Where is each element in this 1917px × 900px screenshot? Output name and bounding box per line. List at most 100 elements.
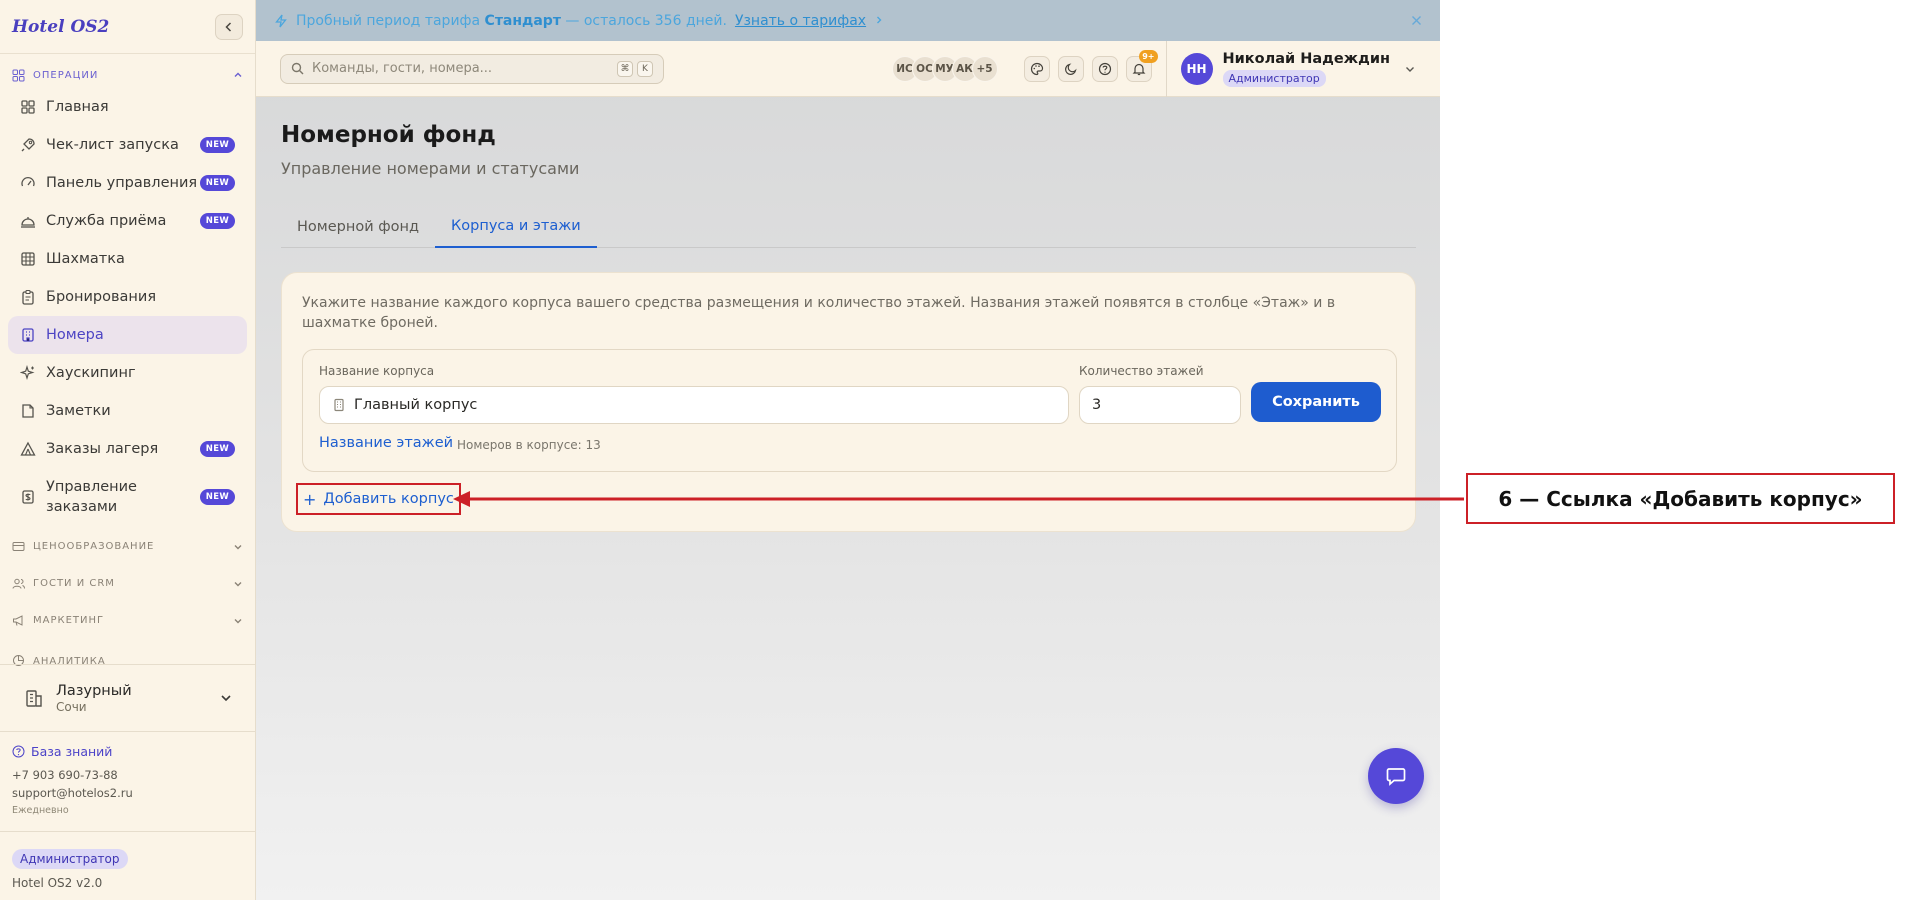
section-guests-crm[interactable]: Гости и CRM (0, 565, 255, 602)
sidebar-item-front-desk[interactable]: Служба приёма NEW (8, 202, 247, 240)
app-version: Hotel OS2 v2.0 (12, 876, 103, 890)
save-button[interactable]: Сохранить (1251, 382, 1381, 422)
building-name-value: Главный корпус (354, 397, 478, 413)
sidebar-item-label: Управление заказами (46, 479, 137, 515)
collapse-sidebar-button[interactable] (215, 13, 243, 40)
support-email[interactable]: support@hotelos2.ru (12, 786, 133, 800)
kbd-cmd: ⌘ (617, 60, 633, 77)
kbd-k: K (637, 60, 653, 77)
sidebar-item-label: Заказы лагеря (46, 441, 159, 457)
sidebar-item-order-management[interactable]: Управление заказами NEW (8, 468, 247, 526)
user-name: Николай Надеждин (1222, 50, 1391, 67)
section-operations[interactable]: Операции (0, 64, 255, 86)
receipt-icon (20, 489, 36, 505)
chevron-down-icon (221, 695, 231, 702)
new-badge: NEW (199, 489, 235, 505)
building-icon (20, 327, 36, 343)
moon-icon (1064, 62, 1077, 75)
sidebar-item-label: Шахматка (46, 251, 125, 267)
chevron-down-icon (234, 581, 242, 586)
sidebar-item-label: Служба приёма (46, 213, 167, 229)
new-badge: NEW (199, 175, 235, 191)
plus-icon: + (303, 489, 317, 509)
section-marketing[interactable]: Маркетинг (0, 602, 255, 639)
support-hours: Ежедневно (12, 805, 69, 816)
help-button[interactable] (1091, 55, 1118, 82)
chevron-right-icon (874, 13, 884, 29)
new-badge: NEW (199, 441, 235, 457)
user-role-badge: Администратор (1222, 69, 1326, 87)
section-label: Ценообразование (33, 541, 155, 552)
online-users[interactable]: ИС ОС МУ АК +5 (891, 55, 998, 82)
rocket-icon (20, 137, 36, 153)
trial-banner-text: Пробный период тарифа Стандарт — осталос… (296, 13, 727, 29)
note-icon (20, 403, 36, 419)
search-placeholder: Команды, гости, номера... (312, 61, 493, 76)
support-phone[interactable]: +7 903 690-73-88 (12, 768, 133, 782)
chevron-down-icon (234, 544, 242, 549)
sidebar-item-label: Хаускипинг (46, 365, 136, 381)
chevron-down-icon (234, 618, 242, 623)
sidebar-item-bookings[interactable]: Бронирования (8, 278, 247, 316)
brand-logo[interactable]: Hotel OS2 (12, 17, 109, 37)
chat-button[interactable] (1368, 748, 1424, 804)
tab-buildings-floors[interactable]: Корпуса и этажи (435, 206, 597, 248)
building-row: Название корпуса Главный корпус Количест… (302, 349, 1397, 472)
megaphone-icon (13, 615, 23, 626)
chevron-down-icon (1406, 66, 1414, 72)
dark-mode-button[interactable] (1057, 55, 1084, 82)
tent-icon (20, 441, 36, 457)
building-name-input[interactable]: Главный корпус (319, 386, 1069, 424)
users-icon (12, 578, 25, 589)
trial-plan: Стандарт (484, 12, 561, 29)
sidebar-item-camp-orders[interactable]: Заказы лагеря NEW (8, 430, 247, 468)
avatar-more[interactable]: +5 (971, 55, 998, 82)
page-subtitle: Управление номерами и статусами (281, 159, 580, 178)
floors-count-value: 3 (1092, 397, 1102, 413)
sidebar-item-chess-board[interactable]: Шахматка (8, 240, 247, 278)
sidebar-item-home[interactable]: Главная (8, 88, 247, 126)
sidebar-item-label: Главная (46, 99, 109, 115)
notifications-button[interactable]: 9+ (1125, 49, 1158, 82)
rooms-count: Номеров в корпусе: 13 (457, 438, 601, 452)
table-grid-icon (20, 251, 36, 267)
knowledge-base-link[interactable]: База знаний (12, 744, 133, 759)
sidebar-item-launch-checklist[interactable]: Чек-лист запуска NEW (8, 126, 247, 164)
main-area: Пробный период тарифа Стандарт — осталос… (256, 0, 1440, 900)
buildings-description: Укажите название каждого корпуса вашего … (302, 295, 1336, 331)
hotel-building-icon (26, 690, 42, 707)
sidebar-item-housekeeping[interactable]: Хаускипинг (8, 354, 247, 392)
user-info: Николай Надеждин Администратор (1222, 50, 1391, 87)
hotel-name: Лазурный (56, 682, 132, 699)
floor-names-link[interactable]: Название этажей (319, 435, 453, 451)
search-icon (291, 62, 304, 75)
close-icon (1412, 15, 1421, 25)
add-building-link[interactable]: + Добавить корпус (296, 483, 461, 515)
sidebar-item-rooms[interactable]: Номера (8, 316, 247, 354)
sidebar-item-label: Заметки (46, 403, 111, 419)
sidebar-item-control-panel[interactable]: Панель управления NEW (8, 164, 247, 202)
sidebar: Hotel OS2 Операции Главная Чек-лист запу… (0, 0, 256, 900)
user-avatar: НН (1180, 52, 1213, 85)
hotel-switcher[interactable]: Лазурный Сочи (0, 664, 255, 732)
new-badge: NEW (199, 213, 235, 229)
section-analytics[interactable]: Аналитика (0, 639, 255, 667)
bell-concierge-icon (20, 213, 36, 229)
floors-count-input[interactable]: 3 (1079, 386, 1241, 424)
plans-link[interactable]: Узнать о тарифах (735, 13, 866, 29)
theme-palette-button[interactable] (1023, 55, 1050, 82)
annotation-arrow (453, 491, 1464, 507)
section-operations-label: Операции (33, 69, 99, 81)
tab-room-stock[interactable]: Номерной фонд (281, 206, 435, 248)
sidebar-item-notes[interactable]: Заметки (8, 392, 247, 430)
command-search-input[interactable]: Команды, гости, номера... ⌘ K (280, 53, 664, 84)
annotation-callout: 6 — Ссылка «Добавить корпус» (1466, 473, 1895, 524)
user-menu[interactable]: НН Николай Надеждин Администратор (1165, 40, 1417, 97)
section-label: Гости и CRM (33, 578, 115, 589)
section-pricing[interactable]: Ценообразование (0, 528, 255, 565)
toolbar-buttons: 9+ (1016, 49, 1158, 82)
close-banner-button[interactable] (1411, 12, 1422, 30)
add-building-label: Добавить корпус (323, 491, 454, 507)
help-icon (1098, 62, 1111, 75)
sparkles-icon (20, 365, 36, 381)
